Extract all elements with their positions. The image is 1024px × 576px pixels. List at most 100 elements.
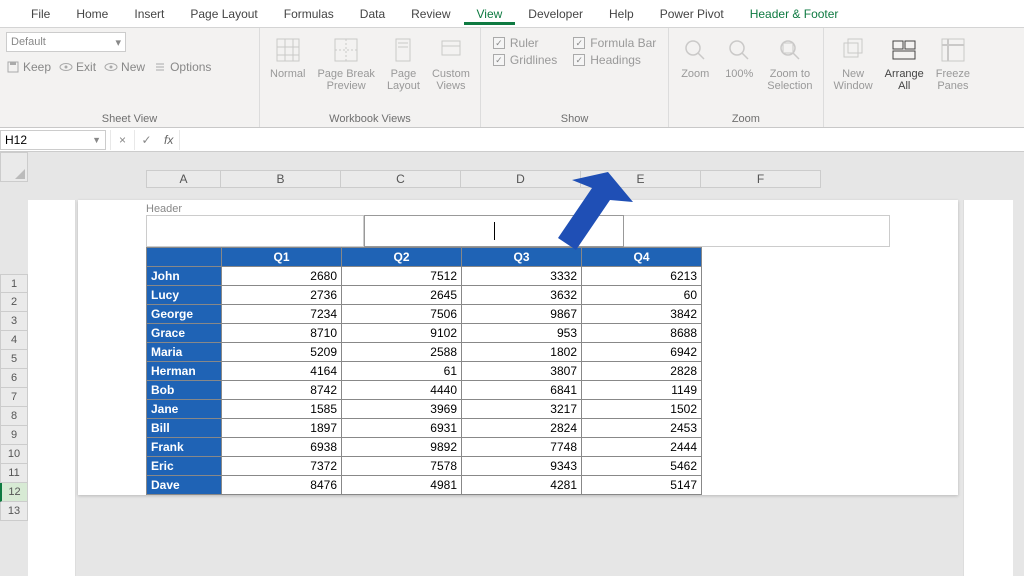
name-cell[interactable]: Bill <box>147 419 222 438</box>
value-cell[interactable]: 3969 <box>342 400 462 419</box>
value-cell[interactable]: 2453 <box>582 419 702 438</box>
value-cell[interactable]: 7234 <box>222 305 342 324</box>
value-cell[interactable]: 61 <box>342 362 462 381</box>
value-cell[interactable]: 7512 <box>342 267 462 286</box>
name-cell[interactable]: Herman <box>147 362 222 381</box>
zoom-button[interactable]: Zoom <box>675 32 715 82</box>
row-header-2[interactable]: 2 <box>0 293 28 312</box>
row-header-5[interactable]: 5 <box>0 350 28 369</box>
value-cell[interactable]: 6938 <box>222 438 342 457</box>
zoom-100-button[interactable]: 100% <box>719 32 759 82</box>
tab-insert[interactable]: Insert <box>121 3 177 25</box>
value-cell[interactable]: 7748 <box>462 438 582 457</box>
formula-bar-checkbox[interactable]: ✓ Formula Bar <box>573 36 656 50</box>
freeze-panes-button[interactable]: Freeze Panes <box>932 32 974 94</box>
name-cell[interactable]: Maria <box>147 343 222 362</box>
custom-views-button[interactable]: Custom Views <box>428 32 474 94</box>
value-cell[interactable]: 3807 <box>462 362 582 381</box>
tab-header-footer[interactable]: Header & Footer <box>737 3 852 25</box>
value-cell[interactable]: 8476 <box>222 476 342 495</box>
value-cell[interactable]: 1585 <box>222 400 342 419</box>
sheet-view-select[interactable]: Default ▾ <box>6 32 126 52</box>
value-cell[interactable]: 2588 <box>342 343 462 362</box>
table-header[interactable] <box>147 248 222 267</box>
select-all-corner[interactable] <box>0 152 28 182</box>
tab-view[interactable]: View <box>464 3 516 25</box>
tab-power-pivot[interactable]: Power Pivot <box>647 3 737 25</box>
name-cell[interactable]: Eric <box>147 457 222 476</box>
fx-icon[interactable]: fx <box>158 133 179 147</box>
row-header-10[interactable]: 10 <box>0 445 28 464</box>
header-right-box[interactable] <box>624 215 890 247</box>
row-header-11[interactable]: 11 <box>0 464 28 483</box>
value-cell[interactable]: 2680 <box>222 267 342 286</box>
value-cell[interactable]: 3632 <box>462 286 582 305</box>
value-cell[interactable]: 9867 <box>462 305 582 324</box>
row-header-4[interactable]: 4 <box>0 331 28 350</box>
name-cell[interactable]: John <box>147 267 222 286</box>
name-cell[interactable]: Lucy <box>147 286 222 305</box>
value-cell[interactable]: 9102 <box>342 324 462 343</box>
name-box[interactable]: H12 ▼ <box>0 130 106 150</box>
value-cell[interactable]: 9892 <box>342 438 462 457</box>
value-cell[interactable]: 1502 <box>582 400 702 419</box>
name-cell[interactable]: Jane <box>147 400 222 419</box>
tab-review[interactable]: Review <box>398 3 463 25</box>
tab-developer[interactable]: Developer <box>515 3 596 25</box>
value-cell[interactable]: 5147 <box>582 476 702 495</box>
value-cell[interactable]: 1802 <box>462 343 582 362</box>
tab-home[interactable]: Home <box>63 3 121 25</box>
value-cell[interactable]: 60 <box>582 286 702 305</box>
tab-page-layout[interactable]: Page Layout <box>177 3 270 25</box>
value-cell[interactable]: 7578 <box>342 457 462 476</box>
col-header-C[interactable]: C <box>341 170 461 188</box>
value-cell[interactable]: 2444 <box>582 438 702 457</box>
gridlines-checkbox[interactable]: ✓ Gridlines <box>493 53 557 67</box>
value-cell[interactable]: 6942 <box>582 343 702 362</box>
page-break-button[interactable]: Page Break Preview <box>313 32 378 94</box>
zoom-selection-button[interactable]: Zoom to Selection <box>763 32 816 94</box>
tab-file[interactable]: File <box>18 3 63 25</box>
arrange-all-button[interactable]: Arrange All <box>881 32 928 94</box>
header-left-box[interactable] <box>146 215 364 247</box>
value-cell[interactable]: 953 <box>462 324 582 343</box>
value-cell[interactable]: 4440 <box>342 381 462 400</box>
row-header-12[interactable]: 12 <box>0 483 28 502</box>
value-cell[interactable]: 5209 <box>222 343 342 362</box>
row-header-6[interactable]: 6 <box>0 369 28 388</box>
value-cell[interactable]: 8688 <box>582 324 702 343</box>
table-header[interactable]: Q1 <box>222 248 342 267</box>
value-cell[interactable]: 2824 <box>462 419 582 438</box>
name-cell[interactable]: George <box>147 305 222 324</box>
col-header-A[interactable]: A <box>146 170 221 188</box>
formula-input[interactable] <box>179 130 1024 150</box>
new-window-button[interactable]: New Window <box>830 32 877 94</box>
value-cell[interactable]: 4164 <box>222 362 342 381</box>
name-cell[interactable]: Grace <box>147 324 222 343</box>
value-cell[interactable]: 2828 <box>582 362 702 381</box>
tab-help[interactable]: Help <box>596 3 647 25</box>
row-header-3[interactable]: 3 <box>0 312 28 331</box>
name-cell[interactable]: Bob <box>147 381 222 400</box>
value-cell[interactable]: 2736 <box>222 286 342 305</box>
col-header-F[interactable]: F <box>701 170 821 188</box>
row-header-9[interactable]: 9 <box>0 426 28 445</box>
value-cell[interactable]: 6931 <box>342 419 462 438</box>
row-header-13[interactable]: 13 <box>0 502 28 521</box>
name-cell[interactable]: Dave <box>147 476 222 495</box>
tab-formulas[interactable]: Formulas <box>271 3 347 25</box>
value-cell[interactable]: 4281 <box>462 476 582 495</box>
page-layout-button[interactable]: Page Layout <box>383 32 424 94</box>
normal-view-button[interactable]: Normal <box>266 32 309 82</box>
table-header[interactable]: Q2 <box>342 248 462 267</box>
headings-checkbox[interactable]: ✓ Headings <box>573 53 656 67</box>
value-cell[interactable]: 8742 <box>222 381 342 400</box>
row-header-1[interactable]: 1 <box>0 274 28 293</box>
name-cell[interactable]: Frank <box>147 438 222 457</box>
value-cell[interactable]: 8710 <box>222 324 342 343</box>
value-cell[interactable]: 5462 <box>582 457 702 476</box>
value-cell[interactable]: 3842 <box>582 305 702 324</box>
row-header-8[interactable]: 8 <box>0 407 28 426</box>
value-cell[interactable]: 6841 <box>462 381 582 400</box>
value-cell[interactable]: 9343 <box>462 457 582 476</box>
